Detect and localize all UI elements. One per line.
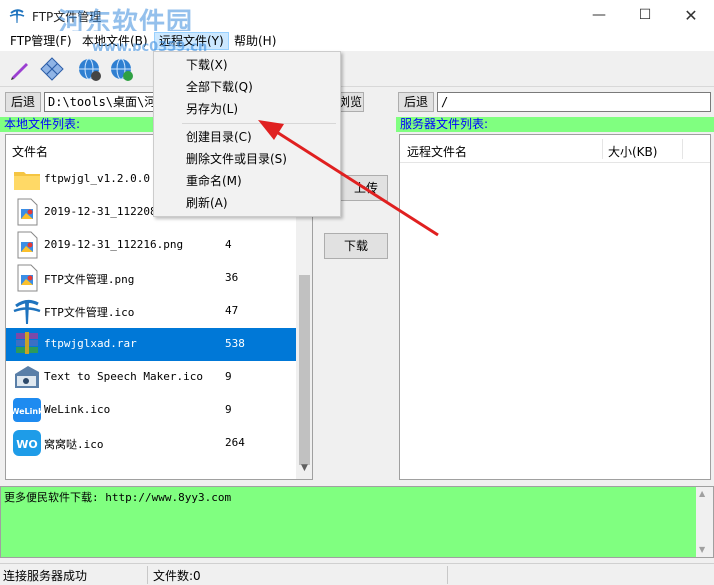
svg-text:WeLink: WeLink bbox=[12, 407, 42, 416]
local-path-field[interactable]: D:\tools\桌面\河 bbox=[44, 92, 162, 112]
edit-pen-icon[interactable] bbox=[6, 55, 34, 83]
rar-archive-icon bbox=[16, 332, 38, 354]
file-name: FTP文件管理.png bbox=[44, 273, 135, 286]
file-count-status: 文件数:0 bbox=[153, 569, 201, 583]
menu-item-delete[interactable]: 删除文件或目录(S) bbox=[186, 148, 287, 170]
scrollbar-thumb[interactable] bbox=[299, 275, 310, 465]
browse-label: 浏览 bbox=[337, 95, 362, 109]
file-size: 47 bbox=[225, 304, 239, 317]
remote-back-button[interactable]: 后退 bbox=[398, 92, 434, 112]
menu-item-save-as[interactable]: 另存为(L) bbox=[186, 98, 238, 120]
toolbar bbox=[0, 51, 714, 87]
grid-icon[interactable] bbox=[38, 55, 66, 83]
menu-item-download[interactable]: 下载(X) bbox=[186, 54, 228, 76]
wo-icon: WO bbox=[13, 430, 41, 456]
status-divider bbox=[447, 566, 448, 584]
title-bar: FTP文件管理 河东软件园 — ☐ ✕ bbox=[0, 0, 714, 38]
file-size: 538 bbox=[225, 337, 245, 350]
upload-label: 上传 bbox=[353, 181, 378, 195]
png-file-icon bbox=[17, 231, 38, 259]
file-name: ftpwjglxad.rar bbox=[44, 337, 137, 350]
menu-item-rename[interactable]: 重命名(M) bbox=[186, 170, 242, 192]
welink-icon: WeLink bbox=[12, 398, 42, 422]
column-divider bbox=[602, 139, 603, 159]
file-name: FTP文件管理.ico bbox=[44, 306, 135, 319]
log-scrollbar[interactable]: ▲ ▼ bbox=[696, 487, 713, 557]
menu-separator bbox=[182, 123, 336, 124]
file-name: 2019-12-31_112216.png bbox=[44, 238, 184, 251]
remote-file-list[interactable]: 远程文件名 大小(KB) bbox=[399, 134, 711, 480]
remote-file-context-menu: 下载(X) 全部下载(Q) 另存为(L) 创建目录(C) 删除文件或目录(S) … bbox=[153, 51, 341, 217]
file-row-selected[interactable]: ftpwjglxad.rar 538 bbox=[6, 328, 296, 361]
file-row[interactable]: Text to Speech Maker.ico 9 bbox=[6, 361, 296, 394]
ftp-logo-icon bbox=[13, 299, 41, 324]
ftp-logo-icon bbox=[9, 9, 25, 23]
png-file-icon bbox=[17, 198, 38, 226]
status-divider bbox=[147, 566, 148, 584]
remote-list-label: 服务器文件列表: bbox=[396, 117, 714, 132]
menu-item-refresh[interactable]: 刷新(A) bbox=[186, 192, 228, 214]
file-name: 2019-12-31_112208. bbox=[44, 205, 164, 218]
log-area: 更多便民软件下载: http://www.8yy3.com ▲ ▼ bbox=[0, 486, 714, 558]
svg-text:WO: WO bbox=[16, 438, 37, 451]
minimize-button[interactable]: — bbox=[576, 0, 622, 31]
file-size: 9 bbox=[225, 370, 232, 383]
menu-item-create-directory[interactable]: 创建目录(C) bbox=[186, 126, 252, 148]
log-text: 更多便民软件下载: http://www.8yy3.com bbox=[4, 491, 232, 504]
folder-icon bbox=[14, 172, 40, 190]
remote-path-field[interactable]: / bbox=[437, 92, 711, 112]
file-name: Text to Speech Maker.ico bbox=[44, 370, 203, 383]
menu-ftp-manage[interactable]: FTP管理(F) bbox=[6, 32, 76, 50]
file-row[interactable]: WO 窝窝哒.ico 264 bbox=[6, 427, 296, 460]
status-bar: 连接服务器成功 文件数:0 bbox=[0, 563, 714, 585]
file-name: WeLink.ico bbox=[44, 403, 111, 416]
file-size: 36 bbox=[225, 271, 239, 284]
connection-status: 连接服务器成功 bbox=[3, 569, 88, 583]
local-col-name-header[interactable]: 文件名 bbox=[12, 143, 48, 160]
scroll-down-icon[interactable]: ▼ bbox=[299, 463, 310, 475]
scroll-up-icon[interactable]: ▲ bbox=[699, 489, 705, 498]
globe-connect-icon[interactable] bbox=[76, 55, 104, 83]
file-row[interactable]: WeLink WeLink.ico 9 bbox=[6, 394, 296, 427]
file-row[interactable]: 2019-12-31_112216.png 4 bbox=[6, 229, 296, 262]
file-size: 264 bbox=[225, 436, 245, 449]
local-back-button[interactable]: 后退 bbox=[5, 92, 41, 112]
menu-item-download-all[interactable]: 全部下载(Q) bbox=[186, 76, 253, 98]
column-divider bbox=[682, 139, 683, 159]
file-name: 窝窝哒.ico bbox=[44, 438, 104, 451]
file-row[interactable]: FTP文件管理.png 36 bbox=[6, 262, 296, 295]
menu-help[interactable]: 帮助(H) bbox=[230, 32, 280, 50]
speech-maker-icon bbox=[15, 366, 39, 388]
scroll-down-icon[interactable]: ▼ bbox=[699, 545, 705, 554]
file-size: 9 bbox=[225, 403, 232, 416]
close-button[interactable]: ✕ bbox=[668, 0, 714, 31]
png-file-icon bbox=[17, 264, 38, 292]
remote-col-name-header[interactable]: 远程文件名 bbox=[407, 143, 467, 160]
file-size: 4 bbox=[225, 238, 232, 251]
file-name: ftpwjgl_v1.2.0.0 bbox=[44, 172, 150, 185]
download-button[interactable]: 下载 bbox=[324, 233, 388, 259]
maximize-button[interactable]: ☐ bbox=[622, 0, 668, 31]
file-row[interactable]: FTP文件管理.ico 47 bbox=[6, 295, 296, 328]
remote-col-size-header[interactable]: 大小(KB) bbox=[608, 143, 657, 160]
globe-disconnect-icon[interactable] bbox=[108, 55, 136, 83]
